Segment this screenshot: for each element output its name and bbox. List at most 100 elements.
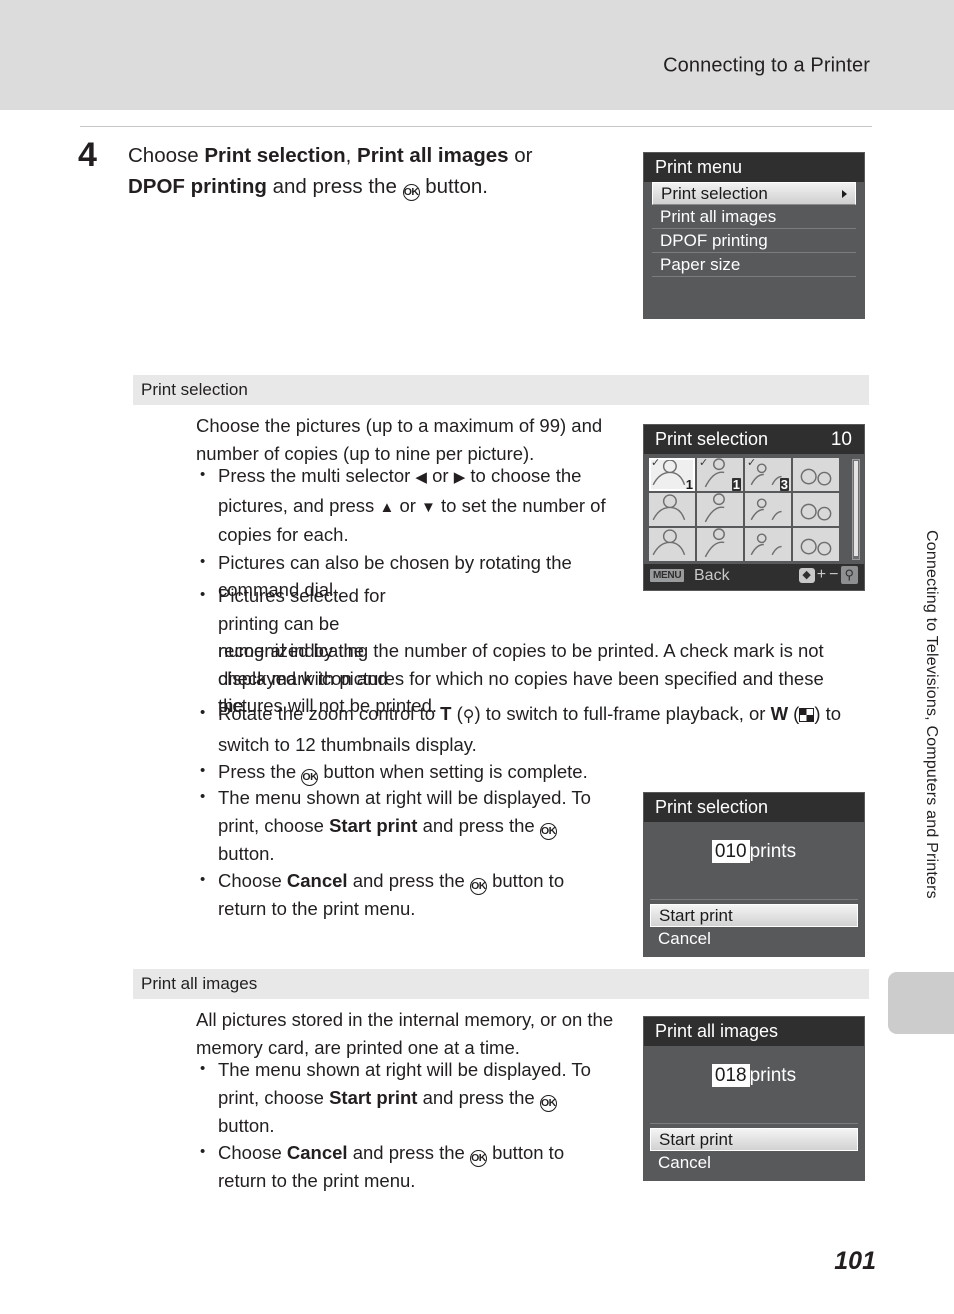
- ok-button-icon: OK: [469, 878, 487, 895]
- print-all-menu-bullets: The menu shown at right will be displaye…: [196, 1055, 614, 1195]
- thumbnail-bottom-bar: MENU Back ◆ + − ⚲: [644, 564, 864, 590]
- side-tab-label: Connecting to Televisions, Computers and…: [923, 530, 940, 899]
- print-selection-intro-text: Choose the pictures (up to a maximum of …: [196, 415, 603, 464]
- up-arrow-icon: ▲: [379, 498, 395, 516]
- bullet-mid: and press the: [417, 814, 540, 836]
- step-block: 4 Choose Print selection, Print all imag…: [78, 136, 638, 202]
- ok-button-icon: OK: [539, 1094, 557, 1112]
- thumbnail-cell[interactable]: ✓ 3: [745, 458, 791, 491]
- thumbnail-screen-count: 10: [830, 429, 852, 450]
- bullet-post: button.: [218, 1114, 275, 1136]
- thumbnail-cell[interactable]: [649, 528, 695, 561]
- step-bold-print-all-images: Print all images: [357, 144, 509, 167]
- step-text-end: button.: [419, 175, 488, 198]
- menu-item-print-selection[interactable]: Print selection: [652, 182, 856, 205]
- thumbnail-cell[interactable]: [697, 493, 743, 526]
- thumbnail-cell[interactable]: [793, 528, 839, 561]
- print-all-confirm-title: Print all images: [644, 1017, 864, 1046]
- ok-button-icon: OK: [469, 1150, 487, 1167]
- thumbnail-screen-title-label: Print selection: [655, 429, 769, 449]
- thumbnail-grid-icon: [799, 708, 815, 722]
- step-text-comma: ,: [345, 144, 358, 167]
- print-selection-thumbnail-screen: Print selection 10 ✓ 1 ✓ 1 ✓ 3 MENU Back ◆ + …: [643, 424, 865, 591]
- page-number: 101: [834, 1247, 876, 1275]
- bullet-post: button.: [218, 842, 275, 864]
- section-heading-print-all-images: Print all images: [133, 969, 869, 999]
- check-mark-icon: ✓: [651, 458, 661, 469]
- print-menu-screen: Print menu Print selection Print all ima…: [643, 152, 865, 319]
- print-count-unit: prints: [749, 1065, 797, 1086]
- menu-item-paper-size[interactable]: Paper size: [652, 253, 856, 277]
- bold-start-print: Start print: [329, 814, 418, 836]
- header-title: Connecting to a Printer: [663, 54, 870, 77]
- print-selection-bullets-lower: Rotate the zoom control to T (⚲) to swit…: [196, 699, 858, 786]
- bullet-mid: and press the: [417, 1086, 540, 1108]
- thumbnail-grid: ✓ 1 ✓ 1 ✓ 3: [649, 458, 839, 561]
- step-text: Choose Print selection, Print all images…: [128, 140, 638, 202]
- thumbnail-cell[interactable]: ✓ 1: [697, 458, 743, 491]
- thumbnail-cell[interactable]: [793, 458, 839, 491]
- thumbnail-cell[interactable]: [745, 528, 791, 561]
- step-text-or: or: [508, 144, 533, 167]
- bullet-pre: Choose: [218, 1142, 287, 1163]
- bold-start-print: Start print: [329, 1086, 418, 1108]
- thumbnail-cell[interactable]: [697, 528, 743, 561]
- right-arrow-icon: ▶: [453, 469, 466, 486]
- print-count-unit: prints: [749, 841, 797, 862]
- cancel-button[interactable]: Cancel: [650, 1151, 858, 1174]
- print-count-value: 018: [711, 1064, 750, 1087]
- copies-count: 1: [731, 477, 741, 491]
- copies-count: 3: [779, 477, 789, 491]
- cancel-button[interactable]: Cancel: [650, 927, 858, 950]
- bullet-pre: Choose: [218, 870, 287, 891]
- back-label: Back: [694, 567, 730, 584]
- thumbnail-cell[interactable]: [649, 493, 695, 526]
- print-selection-menu-bullets: The menu shown at right will be displaye…: [196, 783, 614, 923]
- list-item: The menu shown at right will be displaye…: [196, 783, 614, 867]
- ok-button-icon: OK: [539, 822, 557, 840]
- step-bold-print-selection: Print selection: [204, 144, 346, 167]
- minus-icon: −: [829, 566, 840, 583]
- print-all-count-row: 018 prints: [644, 1064, 864, 1087]
- print-selection-confirm-screen: Print selection 010 prints Start print Ca…: [643, 792, 865, 957]
- list-item: Rotate the zoom control to T (⚲) to swit…: [196, 699, 858, 758]
- menu-button-chip[interactable]: MENU: [650, 569, 685, 582]
- section-heading-print-all-images-label: Print all images: [141, 974, 258, 993]
- bold-cancel: Cancel: [286, 870, 348, 891]
- print-selection-count-row: 010 prints: [644, 840, 864, 863]
- menu-item-print-all-images[interactable]: Print all images: [652, 205, 856, 229]
- start-print-button[interactable]: Start print: [650, 1128, 858, 1151]
- list-item: The menu shown at right will be displaye…: [196, 1055, 614, 1139]
- bullet-mid: and press the: [347, 870, 470, 891]
- plus-icon: +: [816, 566, 828, 583]
- start-print-button[interactable]: Start print: [650, 904, 858, 927]
- section-heading-print-selection-label: Print selection: [141, 380, 248, 399]
- bold-cancel: Cancel: [286, 1142, 348, 1163]
- print-menu-title: Print menu: [644, 153, 864, 182]
- step-text-pre: Choose: [128, 144, 205, 167]
- print-all-confirm-screen: Print all images 018 prints Start print C…: [643, 1016, 865, 1181]
- section-heading-print-selection: Print selection: [133, 375, 869, 405]
- ok-button-icon: OK: [402, 184, 420, 201]
- step-number: 4: [78, 136, 97, 174]
- print-selection-confirm-title: Print selection: [644, 793, 864, 822]
- step-bold-dpof-printing: DPOF printing: [128, 175, 267, 198]
- up-down-icon: ◆: [799, 567, 815, 583]
- print-count-value: 010: [711, 840, 750, 863]
- thumbnail-cell[interactable]: ✓ 1: [649, 458, 695, 491]
- thumbnail-scrollbar[interactable]: [852, 459, 860, 560]
- magnify-icon: ⚲: [462, 708, 475, 725]
- thumbnail-cell[interactable]: [745, 493, 791, 526]
- list-item: Choose Cancel and press the OK button to…: [196, 1138, 614, 1195]
- list-item: Press the multi selector ◀ or ▶ to choos…: [196, 461, 614, 549]
- list-item: Choose Cancel and press the OK button to…: [196, 866, 614, 923]
- chapter-tab-marker: [888, 972, 954, 1034]
- menu-item-dpof-printing[interactable]: DPOF printing: [652, 229, 856, 253]
- print-all-intro-text: All pictures stored in the internal memo…: [196, 1009, 614, 1058]
- left-arrow-icon: ◀: [415, 469, 427, 486]
- thumbnail-cell[interactable]: [793, 493, 839, 526]
- copies-count: 1: [685, 477, 693, 491]
- down-arrow-icon: ▼: [421, 498, 436, 516]
- check-mark-icon: ✓: [747, 458, 757, 469]
- step-text-mid: and press the: [266, 175, 403, 198]
